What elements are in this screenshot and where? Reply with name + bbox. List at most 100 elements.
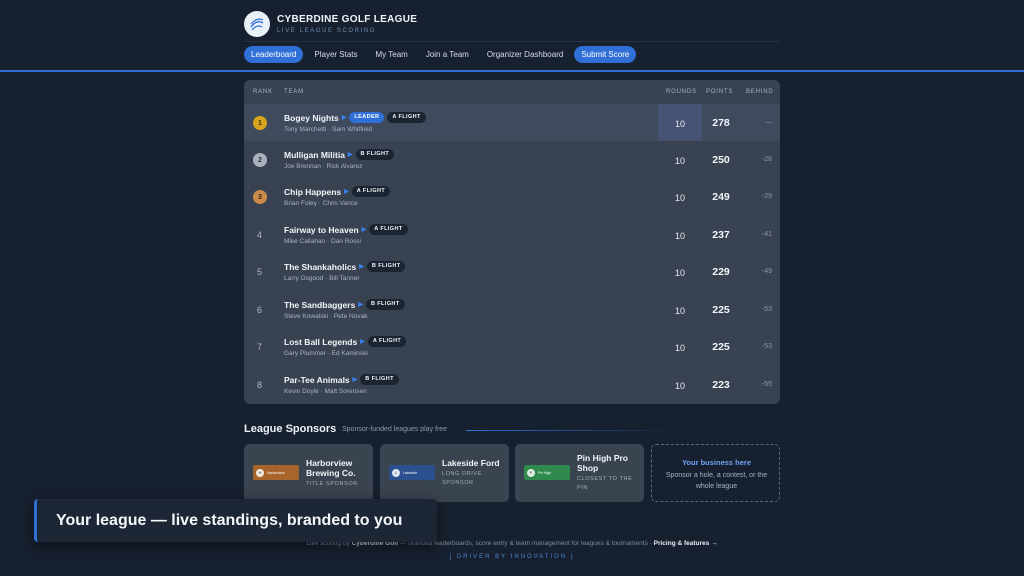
sponsor-cta-text: Sponsor a hole, a contest, or the whole …	[665, 472, 768, 490]
nav-player-stats[interactable]: Player Stats	[307, 46, 364, 63]
nav-my-team[interactable]: My Team	[369, 46, 415, 63]
flight-badge: A FLIGHT	[367, 336, 407, 347]
team-name-text[interactable]: Bogey Nights	[284, 113, 339, 123]
table-row[interactable]: 2 Mulligan Militia ▶ B FLIGHT Joe Brenna…	[244, 141, 780, 178]
bronze-rank-badge: 3	[253, 190, 267, 204]
points-value: 249	[712, 191, 730, 203]
team-name-text[interactable]: Par-Tee Animals	[284, 375, 350, 385]
table-row[interactable]: 3 Chip Happens ▶ A FLIGHT Brian Foley · …	[244, 178, 780, 215]
play-icon: ▶	[344, 189, 349, 195]
table-row[interactable]: 8 Par-Tee Animals ▶ B FLIGHT Kevin Doyle…	[244, 366, 780, 403]
sponsors-title: League Sponsors	[244, 423, 337, 435]
team-players: Brian Foley · Chris Vance	[284, 200, 358, 207]
play-icon: ▶	[358, 302, 363, 308]
submit-score-button[interactable]: Submit Score	[574, 46, 637, 63]
team-players: Tony Marchetti · Sam Whitfield	[284, 126, 373, 133]
sponsor-name: Pin High Pro Shop	[577, 453, 628, 473]
sponsor-name: Harborview Brewing Co.	[306, 458, 356, 478]
sponsor-name: Lakeside Ford	[442, 458, 500, 468]
leaderboard-table: RANK TEAM ROUNDS POINTS BEHIND 1 Bogey N…	[244, 80, 780, 404]
sponsor-logo: L Lakeside	[389, 465, 435, 480]
sponsor-logo: H Harborview	[253, 465, 299, 480]
team-name-text[interactable]: The Sandbaggers	[284, 300, 355, 310]
team-name-text[interactable]: Chip Happens	[284, 187, 341, 197]
team-name: The Sandbaggers ▶ B FLIGHT	[284, 299, 405, 310]
flight-badge: A FLIGHT	[351, 186, 391, 197]
sponsor-card-pin-high[interactable]: P Pin High Pin High Pro Shop CLOSEST TO …	[515, 444, 644, 502]
header-rank: RANK	[253, 89, 273, 95]
rounds-value: 10	[674, 306, 685, 316]
rounds-value: 10	[674, 231, 685, 241]
sponsor-logo-mark-icon: P	[527, 468, 535, 477]
scrolled-content-edge	[284, 72, 584, 85]
header-points[interactable]: POINTS	[706, 89, 733, 95]
sponsor-logo-mark-icon: H	[256, 468, 264, 477]
header-rounds[interactable]: ROUNDS	[666, 89, 697, 95]
promo-toast: Your league — live standings, branded to…	[34, 499, 437, 542]
nav-leaderboard[interactable]: Leaderboard	[244, 46, 304, 63]
footer-description: — branded leaderboards, score entry & te…	[399, 540, 652, 547]
table-row[interactable]: 6 The Sandbaggers ▶ B FLIGHT Steve Kowal…	[244, 291, 780, 328]
team-name-text[interactable]: Lost Ball Legends	[284, 337, 357, 347]
sponsor-logo-text: Lakeside	[403, 470, 418, 475]
nav-organizer-dashboard[interactable]: Organizer Dashboard	[480, 46, 570, 63]
team-players: Joe Brennan · Rick Alvarez	[284, 163, 363, 170]
flight-badge: B FLIGHT	[360, 374, 399, 385]
play-icon: ▶	[359, 264, 364, 270]
leader-badge: LEADER	[349, 112, 385, 123]
sponsor-cta-title[interactable]: Your business here	[652, 458, 781, 467]
sponsor-logo: P Pin High	[524, 465, 570, 480]
nav-join-team[interactable]: Join a Team	[419, 46, 476, 63]
play-icon: ▶	[352, 377, 358, 383]
rank-number: 7	[257, 342, 263, 352]
flight-badge: B FLIGHT	[366, 261, 406, 272]
sponsor-role: TITLE SPONSOR	[306, 481, 358, 487]
flight-badge: B FLIGHT	[355, 149, 395, 160]
play-icon: ▶	[347, 152, 353, 158]
table-row[interactable]: 7 Lost Ball Legends ▶ A FLIGHT Gary Plum…	[244, 328, 780, 365]
points-value: 223	[712, 379, 730, 391]
rank-number: 4	[257, 230, 263, 240]
sponsor-logo-text: Pin High	[538, 470, 552, 475]
site-header: CYBERDINE GOLF LEAGUE LIVE LEAGUE SCORIN…	[244, 6, 780, 42]
behind-value: -55	[761, 381, 772, 388]
team-players: Gary Plummer · Ed Kaminski	[284, 350, 368, 357]
team-name: Bogey Nights ▶ LEADER A FLIGHT	[284, 112, 426, 123]
sponsor-cta-card[interactable]: Your business here Sponsor a hole, a con…	[651, 444, 780, 502]
team-name-text[interactable]: The Shankaholics	[284, 262, 356, 272]
header-team: TEAM	[284, 89, 304, 95]
sponsor-role: LONG DRIVE SPONSOR	[442, 471, 482, 486]
rounds-value: 10	[674, 119, 685, 129]
behind-value: -41	[761, 231, 772, 238]
golf-swing-icon[interactable]	[244, 10, 270, 37]
points-value: 225	[712, 304, 730, 316]
silver-rank-badge: 2	[253, 153, 267, 167]
team-name: Par-Tee Animals ▶ B FLIGHT	[284, 374, 399, 385]
rounds-value: 10	[674, 193, 685, 203]
rank-number: 5	[257, 267, 263, 277]
team-players: Kevin Doyle · Matt Sorensen	[284, 388, 367, 395]
table-header: RANK TEAM ROUNDS POINTS BEHIND	[244, 80, 780, 104]
behind-value: —	[765, 119, 772, 126]
table-row[interactable]: 1 Bogey Nights ▶ LEADER A FLIGHT Tony Ma…	[244, 104, 780, 141]
rounds-value: 10	[674, 156, 685, 166]
sponsors-divider	[466, 430, 680, 431]
pricing-link[interactable]: Pricing & features →	[654, 540, 718, 547]
brand-title[interactable]: CYBERDINE GOLF LEAGUE	[277, 14, 417, 25]
sponsor-card-lakeside[interactable]: L Lakeside Lakeside Ford LONG DRIVE SPON…	[380, 444, 509, 502]
sponsor-card-harborview[interactable]: H Harborview Harborview Brewing Co. TITL…	[244, 444, 373, 502]
rounds-value: 10	[674, 268, 685, 278]
gold-rank-badge: 1	[253, 116, 267, 130]
table-row[interactable]: 4 Fairway to Heaven ▶ A FLIGHT Mike Call…	[244, 216, 780, 253]
team-name-text[interactable]: Mulligan Militia	[284, 150, 345, 160]
behind-value: -53	[761, 343, 772, 350]
flight-badge: B FLIGHT	[365, 299, 405, 310]
team-players: Larry Osgood · Bill Tanner	[284, 275, 360, 282]
sponsors-subtitle: Sponsor-funded leagues play free	[342, 426, 448, 433]
points-value: 237	[712, 229, 730, 241]
footer-tagline: [ DRIVEN BY INNOVATION ]	[449, 554, 575, 560]
table-row[interactable]: 5 The Shankaholics ▶ B FLIGHT Larry Osgo…	[244, 253, 780, 290]
header-behind[interactable]: BEHIND	[746, 89, 773, 95]
team-name-text[interactable]: Fairway to Heaven	[284, 225, 359, 235]
flight-badge: A FLIGHT	[369, 224, 408, 235]
